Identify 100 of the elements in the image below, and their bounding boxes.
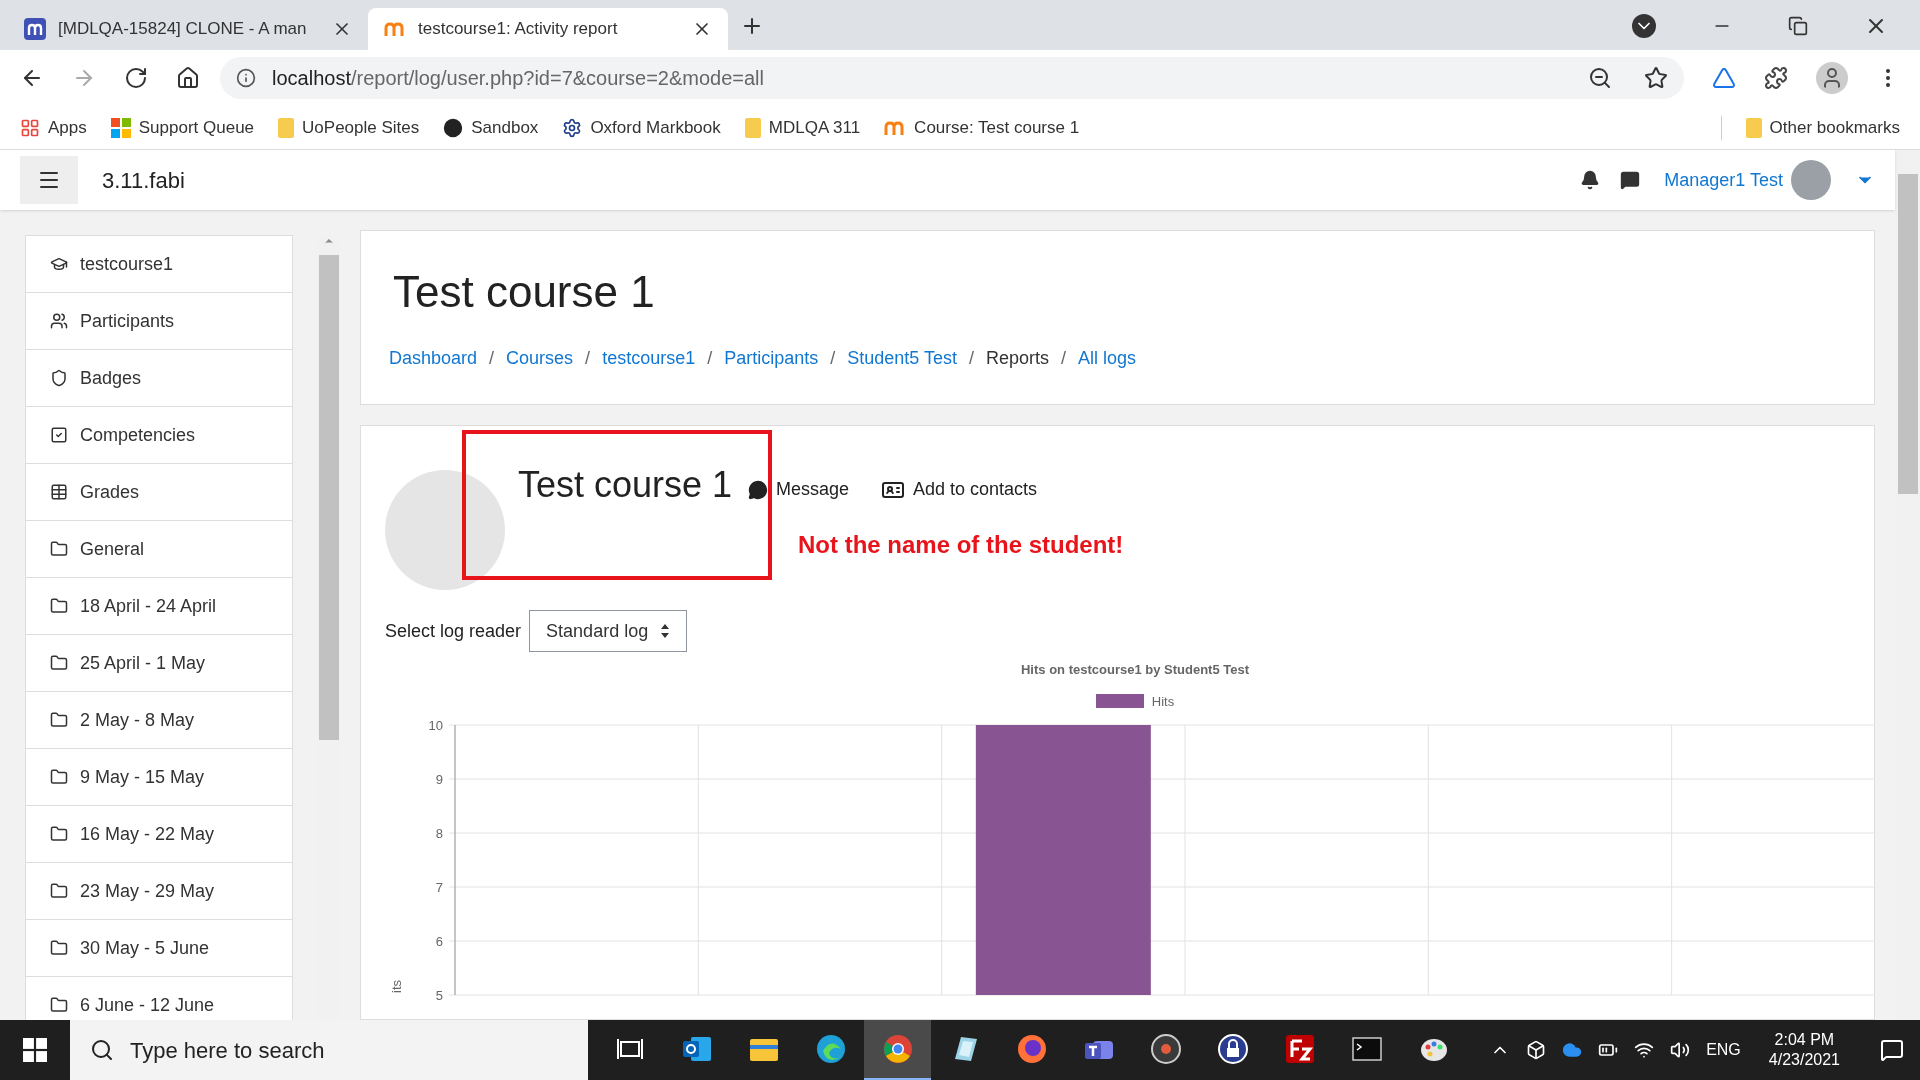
breadcrumb-separator: /	[830, 347, 836, 370]
reload-icon[interactable]	[124, 66, 148, 90]
clock-time[interactable]: 2:04 PM	[1774, 1030, 1835, 1050]
y-tick-label: 9	[435, 772, 443, 787]
y-tick-label: 8	[435, 826, 443, 841]
log-reader-select[interactable]: Standard log	[529, 610, 688, 652]
search-icon	[90, 1038, 114, 1062]
breadcrumb-link[interactable]: Student5 Test	[847, 345, 957, 372]
y-axis-label: its	[389, 980, 404, 993]
speech-bubble-icon	[748, 479, 768, 500]
menu-button[interactable]	[20, 156, 78, 204]
page-scrollbar[interactable]	[1895, 150, 1920, 1020]
arches-logo-icon	[384, 21, 406, 37]
bookmark[interactable]: Support Queue	[110, 114, 255, 141]
bookmark[interactable]: Other bookmarks	[1745, 114, 1900, 141]
chat-icon[interactable]	[1620, 170, 1641, 190]
folder-icon	[50, 654, 68, 672]
folder-icon	[278, 117, 295, 138]
cloud-icon[interactable]	[1562, 1040, 1583, 1060]
triangle-extension-icon[interactable]	[1712, 66, 1736, 90]
bookmark[interactable]: Sandbox	[443, 114, 539, 141]
url-text: localhost/report/log/user.php?id=7&course=2&mode=all	[272, 66, 764, 91]
arches-logo-icon	[884, 119, 907, 136]
breadcrumb-separator: /	[1061, 347, 1067, 370]
folder-icon	[50, 597, 68, 615]
bell-icon[interactable]	[1580, 170, 1601, 190]
profile-icon[interactable]	[1816, 62, 1848, 94]
wifi-icon[interactable]	[1634, 1040, 1655, 1060]
breadcrumb-separator: /	[707, 347, 713, 370]
page-title: Test course 1	[393, 266, 656, 318]
folder-icon	[50, 825, 68, 843]
extensions-icon[interactable]	[1764, 66, 1788, 90]
y-tick-label: 6	[435, 934, 443, 949]
taskbar-search-bar[interactable]: Type here to search	[70, 1020, 588, 1080]
restore-icon[interactable]	[1788, 16, 1808, 36]
sidebar-item[interactable]: 25 April - 1 May	[26, 635, 292, 692]
breadcrumb-link[interactable]: All logs	[1078, 345, 1137, 372]
avatar[interactable]	[1791, 160, 1831, 200]
volume-icon[interactable]	[1670, 1040, 1691, 1060]
folder-icon	[50, 939, 68, 957]
windows-start-icon[interactable]	[23, 1038, 47, 1062]
fz-app-icon[interactable]	[1283, 1033, 1316, 1065]
sidebar-item[interactable]: 16 May - 22 May	[26, 806, 292, 863]
site-name[interactable]: 3.11.fabi	[102, 163, 185, 197]
clock-date[interactable]: 4/23/2021	[1768, 1050, 1840, 1070]
sidebar-item[interactable]: 18 April - 24 April	[26, 578, 292, 635]
ring-app-icon[interactable]	[881, 1033, 914, 1065]
legend-swatch	[1095, 694, 1144, 709]
box-icon[interactable]	[1526, 1040, 1547, 1060]
notifications-icon[interactable]	[1880, 1038, 1904, 1062]
sidebar-item[interactable]: Participants	[26, 293, 292, 350]
bookmark[interactable]: Course: Test course 1	[884, 114, 1080, 141]
sidebar-item[interactable]: 2 May - 8 May	[26, 692, 292, 749]
sidebar-item[interactable]: Badges	[26, 350, 292, 407]
address-field[interactable]: localhost/report/log/user.php?id=7&course=2&mode=all	[220, 57, 1684, 99]
search-input[interactable]: Type here to search	[130, 1033, 568, 1067]
arches-logo-icon	[24, 18, 46, 40]
disc-app-icon[interactable]	[1149, 1033, 1182, 1065]
browser-tab[interactable]: [MDLQA-15824] CLONE - A man	[8, 8, 368, 50]
folder-icon	[50, 711, 68, 729]
bookmark[interactable]: Oxford Markbook	[562, 114, 721, 141]
home-icon[interactable]	[176, 66, 200, 90]
sidebar-item[interactable]: testcourse1	[26, 236, 292, 293]
zoom-out-icon[interactable]	[1588, 66, 1612, 90]
windows-logo-icon	[110, 117, 131, 138]
sidebar-item[interactable]: Grades	[26, 464, 292, 521]
sidebar-item[interactable]: General	[26, 521, 292, 578]
language-indicator[interactable]: ENG	[1706, 1038, 1741, 1062]
profile-name: Test course 1	[518, 463, 733, 507]
y-tick-label: 5	[435, 988, 443, 1003]
swirl-app-icon[interactable]	[814, 1033, 847, 1065]
breadcrumb-separator: /	[969, 347, 975, 370]
add-contact-link[interactable]: Add to contacts	[881, 476, 1038, 503]
sidebar-item[interactable]: 23 May - 29 May	[26, 863, 292, 920]
breadcrumb-link[interactable]: Participants	[724, 345, 819, 372]
breadcrumb-link[interactable]: Dashboard	[389, 345, 478, 372]
y-tick-label: 10	[428, 718, 443, 733]
breadcrumb-link[interactable]: testcourse1	[602, 345, 696, 372]
tab-title: [MDLQA-15824] CLONE - A man	[58, 18, 308, 41]
bookmark[interactable]: MDLQA 311	[744, 114, 861, 141]
bookmark[interactable]: Apps	[20, 114, 87, 141]
tab-title: testcourse1: Activity report	[418, 18, 619, 41]
browser-tab[interactable]: testcourse1: Activity report	[368, 8, 728, 50]
bookmark[interactable]: UoPeople Sites	[278, 114, 420, 141]
tab-search-icon[interactable]	[1632, 14, 1656, 38]
breadcrumb-separator: /	[489, 347, 495, 370]
folder-icon	[1745, 117, 1762, 138]
lock-app-icon[interactable]	[1216, 1033, 1249, 1065]
folder-icon	[50, 996, 68, 1014]
sidebar-item[interactable]: 30 May - 5 June	[26, 920, 292, 977]
fox-app-icon[interactable]	[1015, 1033, 1048, 1065]
sidebar-item[interactable]: 9 May - 15 May	[26, 749, 292, 806]
shield-icon	[50, 369, 68, 387]
sidebar-item[interactable]: Competencies	[26, 407, 292, 464]
folder-icon	[744, 117, 761, 138]
breadcrumb-link[interactable]: Courses	[506, 345, 574, 372]
circle-logo-icon	[443, 117, 464, 138]
chart-title: Hits on testcourse1 by Student5 Test	[1021, 661, 1249, 679]
star-icon[interactable]	[1644, 66, 1668, 90]
user-menu-link[interactable]: Manager1 Test	[1664, 166, 1783, 194]
